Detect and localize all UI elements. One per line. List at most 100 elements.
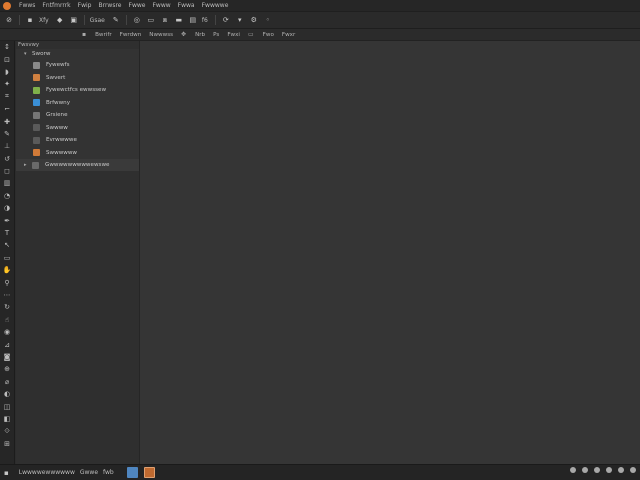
app-window: Fwws Fntfmrrrk Fwip Brrwsre Fwwe Fwww Fw… (0, 0, 640, 480)
zoom-tool-icon[interactable]: ⚲ (1, 276, 13, 288)
slice-tool-icon[interactable]: ⌀ (1, 376, 13, 388)
status-bell-icon[interactable] (582, 467, 588, 473)
lasso-tool-icon[interactable]: ◗ (1, 66, 13, 78)
history-tool-icon[interactable]: ↺ (1, 153, 13, 165)
rotate-view-icon[interactable]: ↻ (1, 301, 13, 313)
marquee-tool-icon[interactable]: ⊡ (1, 53, 13, 65)
pen-icon[interactable]: ✎ (111, 15, 121, 26)
option-8[interactable]: Fwxr (282, 32, 295, 38)
artboard-tool-icon[interactable]: ⊞ (1, 438, 13, 450)
screen-mode-icon[interactable]: ◧ (1, 413, 13, 425)
layer-row[interactable]: Evrwwwwe (16, 134, 139, 147)
sponge-tool-icon[interactable]: ◉ (1, 326, 13, 338)
target-icon[interactable]: ◎ (132, 15, 142, 26)
crop-tool-icon[interactable]: ⌗ (1, 91, 13, 103)
wand-tool-icon[interactable]: ✦ (1, 78, 13, 90)
menu-item-7[interactable]: Fwwa (178, 2, 195, 9)
frame-icon[interactable]: ▭ (146, 15, 156, 26)
status-expand-icon[interactable] (630, 467, 636, 473)
layer-row[interactable]: Fywewfs (16, 59, 139, 72)
option-5[interactable]: Ps (213, 32, 219, 38)
pen-tool-icon[interactable]: ✒ (1, 214, 13, 226)
count-tool-icon[interactable]: ⊕ (1, 363, 13, 375)
option-6[interactable]: Fwxi (227, 32, 240, 38)
status-user-icon[interactable] (594, 467, 600, 473)
option-2[interactable]: Fwrdwn (120, 32, 142, 38)
rotate-icon[interactable]: ⟳ (221, 15, 231, 26)
heal-tool-icon[interactable]: ✚ (1, 115, 13, 127)
ruler-tool-icon[interactable]: ⊿ (1, 338, 13, 350)
gradient-tool-icon[interactable]: ▥ (1, 177, 13, 189)
move-tool-icon[interactable]: ↕ (1, 41, 13, 53)
layer-thumbnail-icon (33, 99, 40, 107)
caret-down-icon[interactable]: ▾ (24, 51, 32, 57)
select-icon[interactable]: ▤ (188, 15, 198, 26)
eyedropper-tool-icon[interactable]: ⌐ (1, 103, 13, 115)
layer-thumbnail-icon (33, 111, 40, 119)
layer-list: Fywewfs Swvert Fywewctfcs ewwssew Brfwwny Gr… (16, 59, 139, 159)
brush-tool-icon[interactable]: ✎ (1, 128, 13, 140)
color-tool-icon[interactable]: ◐ (1, 388, 13, 400)
layer-row[interactable]: Swvert (16, 72, 139, 85)
option-3[interactable]: Nwwwss (149, 32, 173, 38)
layer-row[interactable]: Brfwwny (16, 97, 139, 110)
shape-tool-icon[interactable]: ▭ (1, 252, 13, 264)
panel-empty-area (16, 171, 140, 464)
layer-row[interactable]: Swwww (16, 122, 139, 135)
frame-tool-icon[interactable]: ⟐ (1, 425, 13, 437)
blur-tool-icon[interactable]: ◔ (1, 190, 13, 202)
status-grid-icon[interactable] (606, 467, 612, 473)
status-menu-icon[interactable]: ▪ (4, 469, 9, 477)
eraser-tool-icon[interactable]: ◻ (1, 165, 13, 177)
smudge-tool-icon[interactable]: ☝ (1, 314, 13, 326)
mask-tool-icon[interactable]: ◫ (1, 400, 13, 412)
menu-item-1[interactable]: Fwws (19, 2, 35, 9)
folder-icon[interactable]: ▭ (248, 31, 254, 38)
stamp-tool-icon[interactable]: ⊥ (1, 140, 13, 152)
layer-thumbnail-icon (33, 124, 40, 132)
status-more-icon[interactable] (618, 467, 624, 473)
menu-item-4[interactable]: Brrwsre (98, 2, 121, 9)
tree-root[interactable]: ▾ Sworw (16, 49, 139, 59)
circle-icon[interactable]: ◦ (263, 15, 273, 26)
home-icon[interactable]: ⊘ (4, 15, 14, 26)
layer-row[interactable]: Swwwwww (16, 147, 139, 160)
tree-group-row[interactable]: ▸ Gwwwwwwwwwewswe (16, 159, 139, 172)
dropdown-chevron-icon[interactable]: ▾ (235, 15, 245, 26)
menu-item-2[interactable]: Fntfmrrrk (42, 2, 70, 9)
tree-group-label: Gwwwwwwwwwewswe (45, 162, 110, 169)
menu-item-8[interactable]: Fwwwwe (202, 2, 229, 9)
move-icon[interactable]: ✥ (181, 31, 186, 38)
menu-item-6[interactable]: Fwww (152, 2, 170, 9)
toolbar-label-3[interactable]: f6 (202, 17, 208, 24)
bucket-icon[interactable]: ◆ (55, 15, 65, 26)
option-1[interactable]: Bwrifr (95, 32, 112, 38)
toolbar-label-2[interactable]: Gsae (90, 17, 105, 24)
note-tool-icon[interactable]: ◙ (1, 351, 13, 363)
menu-item-3[interactable]: Fwip (78, 2, 92, 9)
toolbar-label-1[interactable]: Xfy (39, 17, 49, 24)
new-icon[interactable]: ▪ (25, 15, 35, 26)
option-4[interactable]: Nrb (195, 32, 205, 38)
option-7[interactable]: Fwo (263, 32, 274, 38)
layer-row[interactable]: Grsiene (16, 109, 139, 122)
active-document-thumbnail-icon[interactable] (143, 467, 155, 478)
settings-icon[interactable]: ⚙ (249, 15, 259, 26)
panel-icon[interactable]: ▣ (69, 15, 79, 26)
layers-icon[interactable]: ▬ (174, 15, 184, 26)
tool-strip: ↕ ⊡ ◗ ✦ ⌗ ⌐ ✚ ✎ ⊥ ↺ ◻ ▥ ◔ ◑ ✒ T ↖ ▭ ✋ ⚲ … (0, 41, 15, 464)
type-tool-icon[interactable]: T (1, 227, 13, 239)
status-text-1: Lwwwwewwwwww (18, 469, 75, 476)
caret-right-icon[interactable]: ▸ (24, 162, 32, 168)
menu-item-5[interactable]: Fwwe (129, 2, 146, 9)
edit-toolbar-icon[interactable]: ⋯ (1, 289, 13, 301)
path-tool-icon[interactable]: ↖ (1, 239, 13, 251)
crop-icon[interactable]: ⧈ (160, 15, 170, 26)
dodge-tool-icon[interactable]: ◑ (1, 202, 13, 214)
hand-tool-icon[interactable]: ✋ (1, 264, 13, 276)
canvas-area[interactable] (140, 41, 640, 464)
brush-icon[interactable]: ▪ (82, 31, 86, 38)
status-gear-icon[interactable] (570, 467, 576, 473)
document-icon[interactable] (126, 467, 138, 478)
layer-row[interactable]: Fywewctfcs ewwssew (16, 84, 139, 97)
